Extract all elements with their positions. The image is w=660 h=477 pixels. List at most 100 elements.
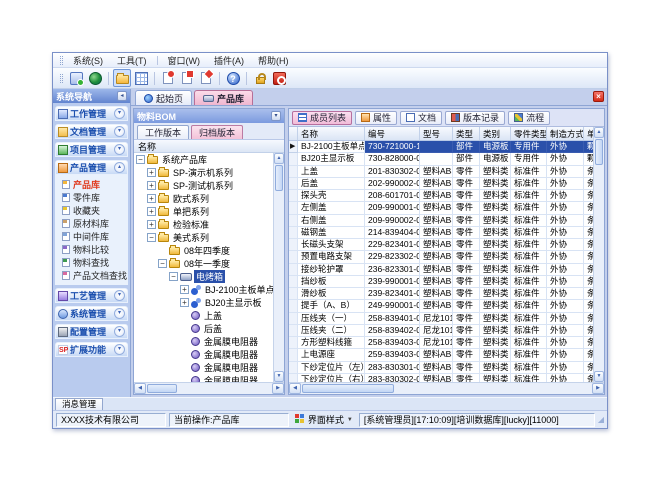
- sidebar-group-document-management[interactable]: 文档管理▾: [55, 124, 128, 139]
- sidebar-item-raw-material-library[interactable]: 原材料库: [55, 217, 128, 230]
- table-row[interactable]: 探头壳208-601701-01X塑料ABS零件塑料类标准件外协条: [289, 190, 593, 202]
- scroll-thumb[interactable]: [302, 384, 394, 393]
- tab-version-1[interactable]: 工作版本: [137, 125, 189, 139]
- scroll-up-icon[interactable]: ▲: [274, 153, 284, 164]
- tree-node-3[interactable]: +SP-测试机系列: [134, 179, 273, 192]
- expander-plus-icon[interactable]: +: [147, 207, 156, 216]
- tab-version-2[interactable]: 归档版本: [191, 125, 243, 139]
- doc-delete-button[interactable]: [197, 69, 215, 87]
- scroll-up-icon[interactable]: ▲: [594, 127, 604, 138]
- tree-node-16[interactable]: 金属膜电阻器: [134, 348, 273, 361]
- sidebar-group-work-management[interactable]: 工作管理▾: [55, 106, 128, 121]
- app-window-button[interactable]: [67, 69, 85, 87]
- tree-node-7[interactable]: −美式系列: [134, 231, 273, 244]
- chevron-down-icon[interactable]: ▾: [114, 326, 125, 337]
- table-row[interactable]: 压线夹（二）258-839402-00X尼龙1010零件塑料类标准件外协条: [289, 325, 593, 337]
- tree-node-5[interactable]: +单把系列: [134, 205, 273, 218]
- expander-plus-icon[interactable]: +: [147, 220, 156, 229]
- scroll-track[interactable]: [274, 192, 284, 371]
- tab-home-page[interactable]: 起始页: [135, 90, 192, 105]
- sidebar-item-intermediate-library[interactable]: 中间件库: [55, 230, 128, 243]
- table-row[interactable]: 上电源座259-839403-00X塑料ABS零件塑料类标准件外协条: [289, 349, 593, 361]
- lock-button[interactable]: [251, 69, 269, 87]
- expander-plus-icon[interactable]: +: [147, 168, 156, 177]
- tab-member-list[interactable]: 成员列表: [292, 111, 352, 125]
- tree-node-12[interactable]: +BJ20主显示板: [134, 296, 273, 309]
- tree-node-10[interactable]: −电烤箱: [134, 270, 273, 283]
- tab-documents[interactable]: 文档: [400, 111, 442, 125]
- tree-column-header[interactable]: 名称: [134, 140, 284, 153]
- tree-node-8[interactable]: 08年四季度: [134, 244, 273, 257]
- help-button[interactable]: [224, 69, 242, 87]
- scroll-thumb[interactable]: [275, 165, 283, 191]
- table-row[interactable]: 右侧盖209-990002-01X塑料ABS零件塑料类标准件外协条: [289, 215, 593, 227]
- scroll-thumb[interactable]: [595, 139, 603, 165]
- tree-node-13[interactable]: 上盖: [134, 309, 273, 322]
- table-vertical-scrollbar[interactable]: ▲ ▼: [593, 127, 604, 382]
- globe-button[interactable]: [86, 69, 104, 87]
- table-row[interactable]: 后盖202-990002-01X塑料ABS零件塑料类标准件外协条: [289, 178, 593, 190]
- column-header-8[interactable]: 单位: [584, 127, 593, 140]
- column-header-4[interactable]: 类型: [453, 127, 480, 140]
- tree-node-1[interactable]: −系统产品库: [134, 153, 273, 166]
- table-row[interactable]: 方形塑料线箍258-839403-00X尼龙1010零件塑料类标准件外协条: [289, 337, 593, 349]
- table-horizontal-scrollbar[interactable]: ◀ ▶: [289, 382, 604, 394]
- sidebar-item-material-compare[interactable]: 物料比较: [55, 243, 128, 256]
- ui-style-dropdown[interactable]: 界面样式 ▼: [292, 413, 356, 426]
- menu-item-3[interactable]: 窗口(W): [161, 54, 208, 67]
- expander-minus-icon[interactable]: −: [136, 155, 145, 164]
- sidebar-item-product-library[interactable]: 产品库: [55, 178, 128, 191]
- chevron-down-icon[interactable]: ▾: [114, 344, 125, 355]
- table-row[interactable]: 长磁头支架229-823401-00X塑料ABS零件塑料类标准件外协条: [289, 239, 593, 251]
- sidebar-group-product-management[interactable]: 产品管理▴: [55, 160, 128, 175]
- sidebar-item-part-library[interactable]: 零件库: [55, 191, 128, 204]
- menu-item-5[interactable]: 帮助(H): [251, 54, 296, 67]
- column-header-1[interactable]: 名称: [298, 127, 365, 140]
- tree-horizontal-scrollbar[interactable]: ◀ ▶: [134, 382, 284, 394]
- sidebar-options-button[interactable]: ◂: [117, 91, 127, 101]
- column-header-2[interactable]: 编号: [365, 127, 420, 140]
- sidebar-item-favorites[interactable]: 收藏夹: [55, 204, 128, 217]
- tab-version-history[interactable]: 版本记录: [445, 111, 505, 125]
- tree-node-17[interactable]: 金属膜电阻器: [134, 361, 273, 374]
- scroll-thumb[interactable]: [147, 384, 177, 393]
- chevron-down-icon[interactable]: ▾: [114, 126, 125, 137]
- scroll-left-icon[interactable]: ◀: [134, 383, 146, 394]
- scroll-track[interactable]: [395, 383, 592, 394]
- scroll-track[interactable]: [594, 166, 604, 371]
- bom-pin-button[interactable]: ▾: [271, 111, 281, 121]
- tree-node-4[interactable]: +欧式系列: [134, 192, 273, 205]
- scroll-right-icon[interactable]: ▶: [272, 383, 284, 394]
- sidebar-group-config-management[interactable]: 配置管理▾: [55, 324, 128, 339]
- column-header-6[interactable]: 零件类型: [511, 127, 547, 140]
- sidebar-group-process-management[interactable]: 工艺管理▾: [55, 288, 128, 303]
- chevron-up-icon[interactable]: ▴: [114, 162, 125, 173]
- folder-open-button[interactable]: [113, 69, 131, 87]
- table-row[interactable]: 挡纱板239-990001-01X塑料ABS零件塑料类标准件外协条: [289, 276, 593, 288]
- tree-node-11[interactable]: +BJ-2100主板单点: [134, 283, 273, 296]
- exit-button[interactable]: [270, 69, 288, 87]
- doc-check-button[interactable]: [178, 69, 196, 87]
- sidebar-group-sp-extension[interactable]: SP扩展功能▾: [55, 342, 128, 357]
- sidebar-item-product-doc-search[interactable]: 产品文档查找: [55, 269, 128, 282]
- scroll-left-icon[interactable]: ◀: [289, 383, 301, 394]
- column-header-7[interactable]: 制造方式: [547, 127, 584, 140]
- resize-grip-icon[interactable]: ◢: [598, 415, 604, 424]
- column-header-3[interactable]: 型号: [420, 127, 453, 140]
- chevron-down-icon[interactable]: ▾: [114, 290, 125, 301]
- tab-properties[interactable]: 属性: [355, 111, 397, 125]
- expander-minus-icon[interactable]: −: [158, 259, 167, 268]
- tree-node-9[interactable]: −08年一季度: [134, 257, 273, 270]
- expander-plus-icon[interactable]: +: [147, 181, 156, 190]
- table-row[interactable]: 滑纱板239-823401-00X塑料ABS零件塑料类标准件外协条: [289, 288, 593, 300]
- scroll-down-icon[interactable]: ▼: [274, 371, 284, 382]
- chevron-down-icon[interactable]: ▾: [114, 108, 125, 119]
- menu-item-2[interactable]: 工具(T): [110, 54, 154, 67]
- table-row[interactable]: 下纱定位片（左）283-830301-00X塑料ABS零件塑料类标准件外协条: [289, 362, 593, 374]
- column-header-5[interactable]: 类别: [480, 127, 511, 140]
- table-row[interactable]: BJ20主显示板730-828000-04X部件电源板专用件外协颗: [289, 153, 593, 165]
- close-tab-button[interactable]: ×: [593, 91, 604, 102]
- tree-node-6[interactable]: +检验标准: [134, 218, 273, 231]
- tree-node-2[interactable]: +SP-演示机系列: [134, 166, 273, 179]
- menu-item-4[interactable]: 插件(A): [207, 54, 251, 67]
